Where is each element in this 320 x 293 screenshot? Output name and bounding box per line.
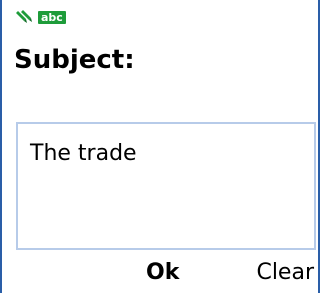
subject-label: Subject: — [14, 45, 135, 75]
softkey-bar: Ok Clear — [2, 255, 318, 293]
phone-screen: abc Subject: The trade Ok Clear — [0, 0, 320, 293]
subject-input[interactable]: The trade — [16, 122, 316, 250]
subject-input-value: The trade — [30, 141, 137, 166]
input-mode-indicator: abc — [14, 8, 66, 26]
clear-softkey[interactable]: Clear — [256, 259, 314, 287]
pen-icon — [16, 10, 32, 23]
ok-softkey[interactable]: Ok — [146, 259, 179, 287]
input-mode-badge: abc — [38, 10, 66, 24]
